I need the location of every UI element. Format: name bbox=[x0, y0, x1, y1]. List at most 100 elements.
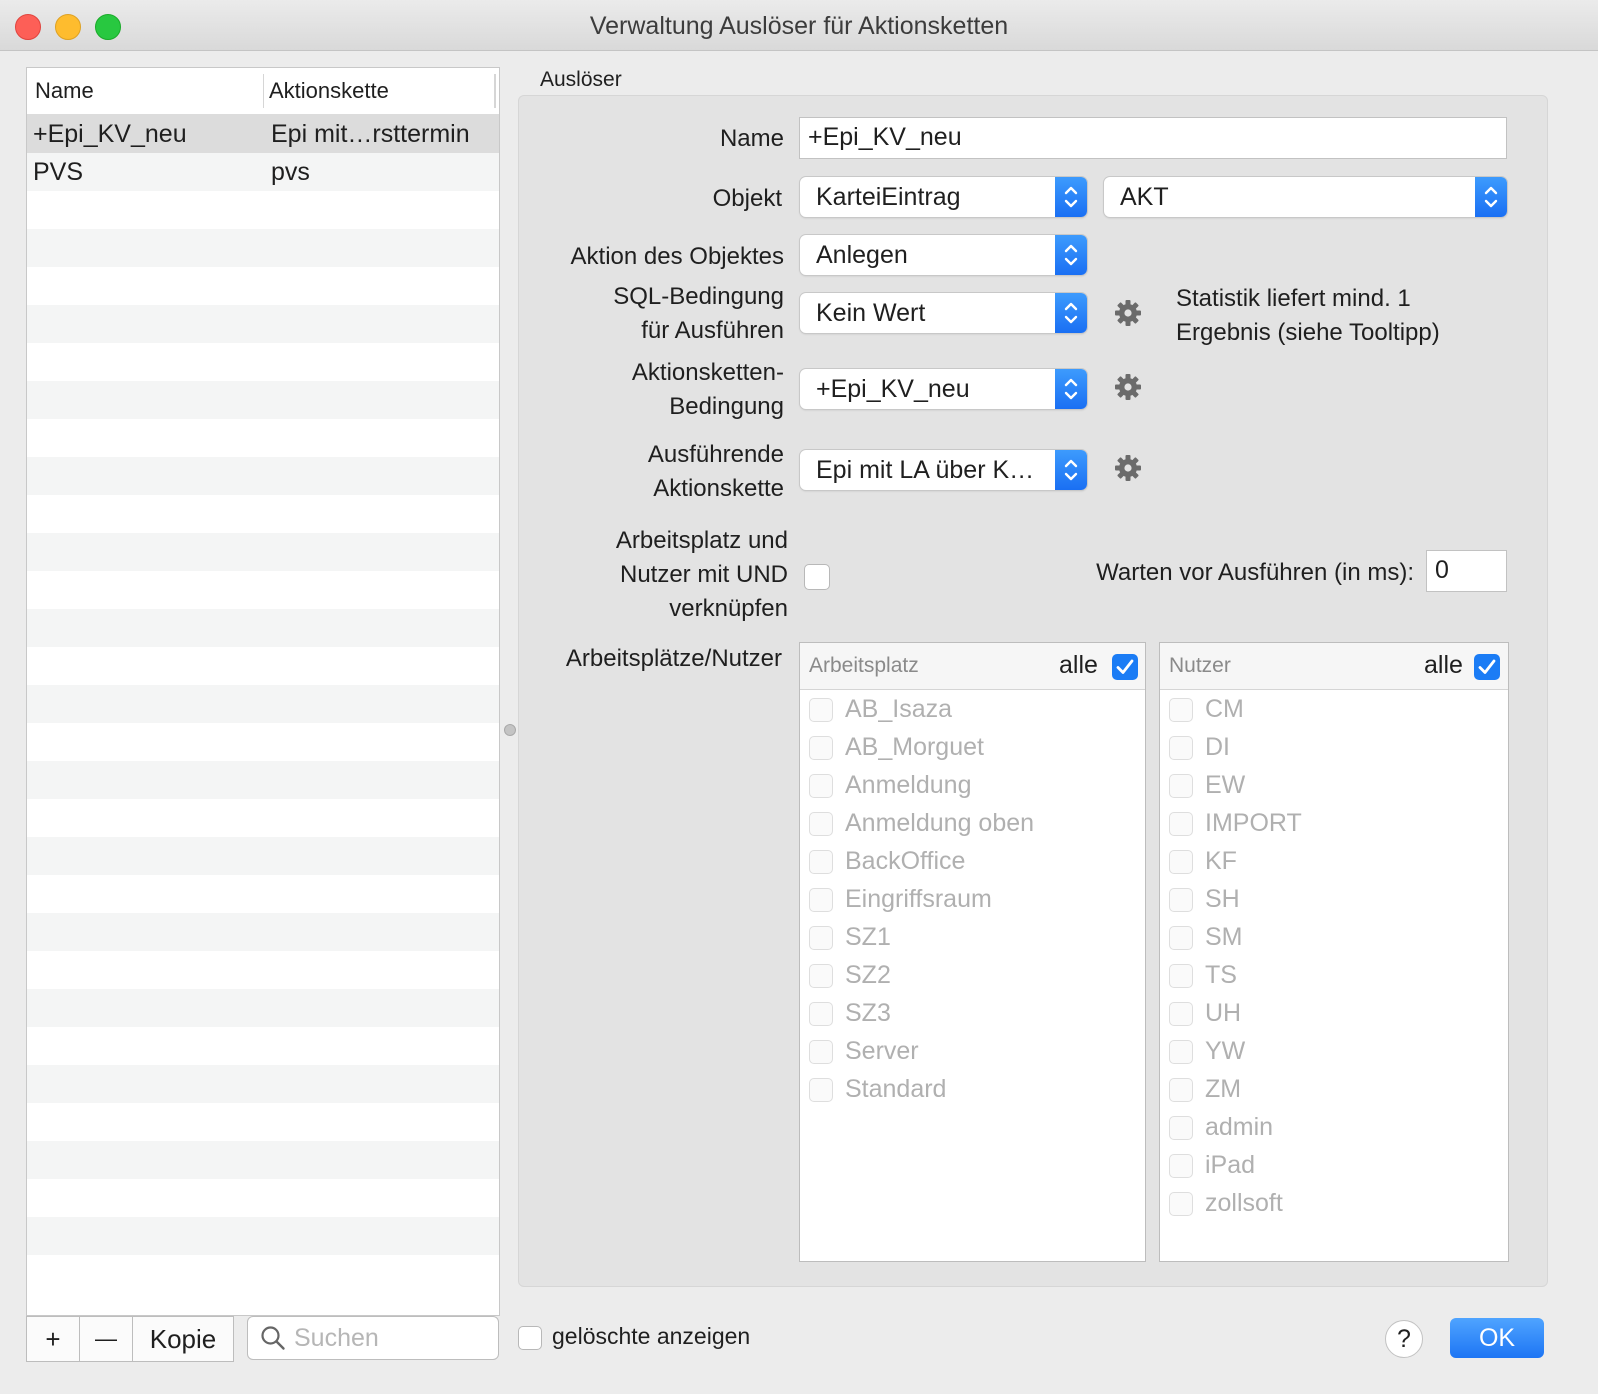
user-item-checkbox[interactable] bbox=[1169, 774, 1193, 798]
empty-table-row bbox=[27, 685, 499, 723]
add-button[interactable]: + bbox=[27, 1317, 79, 1361]
table-row[interactable]: PVS pvs bbox=[27, 153, 499, 191]
object-sub-popup-value: AKT bbox=[1120, 183, 1169, 211]
workplace-item-checkbox[interactable] bbox=[809, 812, 833, 836]
row-chain: pvs bbox=[271, 158, 310, 186]
user-item-checkbox[interactable] bbox=[1169, 926, 1193, 950]
help-button[interactable]: ? bbox=[1385, 1320, 1423, 1358]
workplace-item-label: SZ2 bbox=[845, 961, 891, 989]
workplace-item-checkbox[interactable] bbox=[809, 1002, 833, 1026]
column-header-chain[interactable]: Aktionskette bbox=[269, 78, 389, 104]
user-item-label: SH bbox=[1205, 885, 1240, 913]
workplace-item-label: SZ1 bbox=[845, 923, 891, 951]
ok-button[interactable]: OK bbox=[1450, 1318, 1544, 1358]
empty-table-row bbox=[27, 191, 499, 229]
popup-arrows-icon bbox=[1475, 177, 1507, 217]
wait-label: Warten vor Ausführen (in ms): bbox=[1096, 559, 1414, 586]
workplace-item-checkbox[interactable] bbox=[809, 736, 833, 760]
workplace-item-checkbox[interactable] bbox=[809, 1040, 833, 1064]
workplace-item-checkbox[interactable] bbox=[809, 698, 833, 722]
user-item-label: admin bbox=[1205, 1113, 1274, 1141]
user-item-checkbox[interactable] bbox=[1169, 736, 1193, 760]
workplace-item-checkbox[interactable] bbox=[809, 1078, 833, 1102]
table-row[interactable]: +Epi_KV_neu Epi mit…rsttermin bbox=[27, 115, 499, 153]
empty-table-row bbox=[27, 1065, 499, 1103]
section-label-trigger: Auslöser bbox=[540, 68, 622, 91]
empty-table-row bbox=[27, 1217, 499, 1255]
exec-chain-label-line2: Aktionskette bbox=[653, 475, 784, 502]
empty-table-row bbox=[27, 837, 499, 875]
sql-condition-popup[interactable]: Kein Wert bbox=[800, 293, 1087, 333]
user-item-checkbox[interactable] bbox=[1169, 888, 1193, 912]
exec-chain-gear-icon[interactable] bbox=[1113, 453, 1143, 483]
user-item-checkbox[interactable] bbox=[1169, 1002, 1193, 1026]
empty-table-row bbox=[27, 1255, 499, 1293]
empty-table-row bbox=[27, 381, 499, 419]
workplace-item-label: AB_Isaza bbox=[845, 695, 953, 723]
sql-label-line2: für Ausführen bbox=[641, 317, 784, 344]
user-item-checkbox[interactable] bbox=[1169, 964, 1193, 988]
user-item-checkbox[interactable] bbox=[1169, 850, 1193, 874]
workplace-item-checkbox[interactable] bbox=[809, 850, 833, 874]
user-item-checkbox[interactable] bbox=[1169, 698, 1193, 722]
list-toolbar: + — Kopie bbox=[26, 1316, 234, 1362]
column-separator[interactable] bbox=[494, 74, 496, 108]
user-item-checkbox[interactable] bbox=[1169, 812, 1193, 836]
workplace-item-label: BackOffice bbox=[845, 847, 966, 875]
object-popup[interactable]: KarteiEintrag bbox=[800, 177, 1087, 217]
user-item-label: KF bbox=[1205, 847, 1237, 875]
and-link-checkbox[interactable] bbox=[804, 564, 830, 590]
exec-chain-label-line1: Ausführende bbox=[647, 441, 784, 468]
workplace-all-checkbox[interactable] bbox=[1112, 654, 1138, 680]
object-sub-popup[interactable]: AKT bbox=[1104, 177, 1507, 217]
remove-button[interactable]: — bbox=[80, 1317, 132, 1361]
workplace-item-checkbox[interactable] bbox=[809, 926, 833, 950]
user-item-label: EW bbox=[1205, 771, 1246, 799]
user-item-label: SM bbox=[1205, 923, 1243, 951]
empty-table-row bbox=[27, 1141, 499, 1179]
empty-table-row bbox=[27, 609, 499, 647]
title-bar[interactable]: Verwaltung Auslöser für Aktionsketten bbox=[0, 0, 1598, 51]
empty-table-row bbox=[27, 267, 499, 305]
user-item-label: TS bbox=[1205, 961, 1237, 989]
wait-ms-field[interactable]: 0 bbox=[1426, 550, 1507, 592]
workplace-item-checkbox[interactable] bbox=[809, 964, 833, 988]
user-item-checkbox[interactable] bbox=[1169, 1040, 1193, 1064]
user-item-checkbox[interactable] bbox=[1169, 1078, 1193, 1102]
row-chain: Epi mit…rsttermin bbox=[271, 120, 470, 148]
trigger-list-header: Name Aktionskette bbox=[27, 68, 499, 115]
workplace-item-checkbox[interactable] bbox=[809, 774, 833, 798]
workplace-item-checkbox[interactable] bbox=[809, 888, 833, 912]
split-view-handle[interactable] bbox=[504, 724, 516, 736]
search-field[interactable]: Suchen bbox=[247, 1316, 499, 1360]
workplace-item-label: Anmeldung oben bbox=[845, 809, 1035, 837]
trigger-list[interactable]: Name Aktionskette +Epi_KV_neu Epi mit…rs… bbox=[26, 67, 500, 1316]
show-deleted-checkbox[interactable] bbox=[518, 1326, 542, 1350]
user-item-label: CM bbox=[1205, 695, 1244, 723]
row-name: PVS bbox=[33, 158, 84, 186]
popup-arrows-icon bbox=[1055, 235, 1087, 275]
window: Verwaltung Auslöser für Aktionsketten Na… bbox=[0, 0, 1598, 1394]
sql-condition-gear-icon[interactable] bbox=[1113, 298, 1143, 328]
workplace-item-label: SZ3 bbox=[845, 999, 891, 1027]
user-item-checkbox[interactable] bbox=[1169, 1192, 1193, 1216]
chain-condition-gear-icon[interactable] bbox=[1113, 372, 1143, 402]
empty-table-row bbox=[27, 1027, 499, 1065]
user-item-checkbox[interactable] bbox=[1169, 1116, 1193, 1140]
action-popup[interactable]: Anlegen bbox=[800, 235, 1087, 275]
name-field[interactable]: +Epi_KV_neu bbox=[799, 117, 1507, 159]
column-separator[interactable] bbox=[263, 74, 264, 108]
user-list[interactable]: Nutzer alle CM DI EW IMPORT KF SH SM TS UH YW ZM ad… bbox=[1159, 642, 1509, 1262]
column-header-name[interactable]: Name bbox=[35, 78, 94, 104]
workplace-item-label: Standard bbox=[845, 1075, 947, 1103]
user-all-checkbox[interactable] bbox=[1474, 654, 1500, 680]
user-item-label: YW bbox=[1205, 1037, 1246, 1065]
workplace-item-label: Eingriffsraum bbox=[845, 885, 992, 913]
user-item-checkbox[interactable] bbox=[1169, 1154, 1193, 1178]
chain-condition-label-line2: Bedingung bbox=[669, 393, 784, 420]
empty-table-row bbox=[27, 1103, 499, 1141]
workplace-list[interactable]: Arbeitsplatz alle AB_Isaza AB_Morguet Anme… bbox=[799, 642, 1146, 1262]
chain-condition-popup[interactable]: +Epi_KV_neu bbox=[800, 369, 1087, 409]
copy-button[interactable]: Kopie bbox=[133, 1317, 233, 1361]
exec-chain-popup[interactable]: Epi mit LA über K… bbox=[800, 450, 1087, 490]
